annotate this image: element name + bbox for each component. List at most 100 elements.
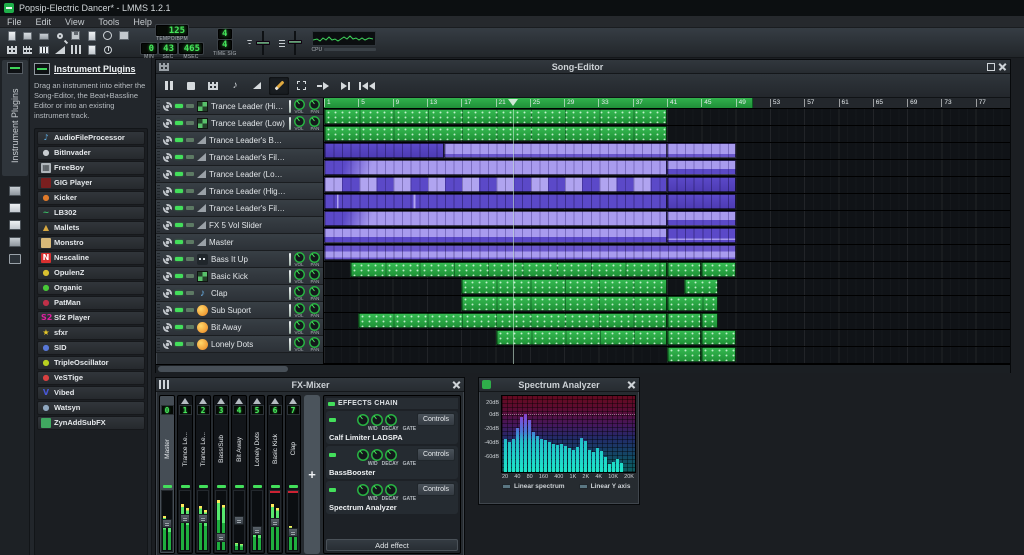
channel-fader[interactable]	[251, 490, 263, 552]
metronome-button[interactable]	[116, 29, 131, 42]
pan-knob[interactable]	[309, 252, 320, 263]
spectrum-checkbox[interactable]: Linear Y axis	[579, 483, 631, 490]
stop-button[interactable]	[181, 77, 201, 95]
plugin-item[interactable]: Monstro	[37, 236, 145, 250]
track-name[interactable]: Trance Leader's Band...	[209, 136, 286, 145]
effects-chain-led[interactable]	[328, 402, 335, 406]
track-settings-icon[interactable]	[163, 153, 172, 162]
checkbox-led[interactable]	[502, 484, 511, 489]
effect-slot[interactable]: Controls W/D DECAY GATE Calf Limiter LAD…	[326, 411, 458, 444]
pan-knob[interactable]	[309, 320, 320, 331]
track-grip[interactable]	[157, 304, 160, 317]
channel-fader[interactable]	[287, 490, 299, 552]
mixer-channel[interactable]: 3 Bass/Sub	[213, 395, 229, 554]
track-solo-led[interactable]	[186, 172, 194, 176]
track-row[interactable]: Trance Leader (Low)'s ... VOL PAN	[156, 166, 323, 183]
controls-button[interactable]: Controls	[417, 483, 455, 496]
track-name[interactable]: Trance Leader's Filter ...	[209, 153, 286, 162]
track-lane[interactable]	[324, 126, 1010, 143]
send-arrow-icon[interactable]	[235, 398, 243, 404]
pattern-segment[interactable]	[444, 143, 667, 158]
fader-handle[interactable]	[198, 514, 208, 523]
fader-handle[interactable]	[180, 514, 190, 523]
pattern-segment[interactable]	[667, 194, 736, 209]
track-settings-icon[interactable]	[163, 136, 172, 145]
pattern-segment[interactable]	[324, 126, 667, 141]
track-lane[interactable]	[324, 245, 1010, 262]
plugin-item[interactable]: ● TripleOscillator	[37, 356, 145, 370]
gate-knob[interactable]	[385, 484, 397, 496]
wet-dry-knob[interactable]	[357, 484, 369, 496]
forward-button[interactable]	[313, 77, 333, 95]
volume-knob[interactable]	[294, 99, 305, 110]
track-settings-icon[interactable]	[163, 306, 172, 315]
track-name[interactable]: Trance Leader (High)'s...	[209, 187, 286, 196]
pan-knob[interactable]	[309, 337, 320, 348]
master-pitch-slider[interactable]	[288, 31, 302, 55]
menu-item[interactable]: View	[58, 17, 91, 27]
pattern-segment[interactable]	[701, 313, 718, 328]
track-lane[interactable]	[324, 296, 1010, 313]
my-samples-icon[interactable]	[9, 203, 21, 213]
controls-button[interactable]: Controls	[417, 448, 455, 461]
fader-handle[interactable]	[288, 528, 298, 537]
track-lane[interactable]	[324, 194, 1010, 211]
track-mute-led[interactable]	[175, 104, 183, 108]
track-solo-led[interactable]	[186, 274, 194, 278]
decay-knob[interactable]	[371, 484, 383, 496]
mixer-channel[interactable]: 4 Bit Away	[231, 395, 247, 554]
channel-fader[interactable]	[233, 490, 245, 552]
track-row[interactable]: Trance Leader's Filter ... VOL PAN	[156, 149, 323, 166]
track-grip[interactable]	[157, 270, 160, 283]
volume-knob[interactable]	[294, 116, 305, 127]
track-lane[interactable]	[324, 160, 1010, 177]
track-lane[interactable]	[324, 279, 1010, 296]
pattern-segment[interactable]	[461, 296, 667, 311]
fader-handle[interactable]	[216, 533, 226, 542]
pattern-segment[interactable]	[324, 211, 667, 226]
plugin-item[interactable]: N Nescaline	[37, 251, 145, 265]
channel-fader[interactable]	[179, 490, 191, 552]
pattern-segment[interactable]	[684, 279, 718, 294]
track-lane[interactable]	[324, 262, 1010, 279]
track-row[interactable]: Trance Leader (Low) VOL PAN	[156, 115, 323, 132]
piano-roll-button[interactable]	[36, 43, 51, 56]
song-editor-titlebar[interactable]: Song-Editor	[156, 60, 1010, 74]
pattern-segment[interactable]	[324, 177, 667, 192]
track-settings-icon[interactable]	[163, 119, 172, 128]
my-home-icon[interactable]	[9, 237, 21, 247]
add-channel-button[interactable]: +	[304, 395, 320, 554]
channel-label[interactable]: Lonely Dots	[254, 415, 261, 483]
pattern-segment[interactable]	[667, 262, 701, 277]
automation-editor-button[interactable]	[52, 43, 67, 56]
track-lane[interactable]	[324, 211, 1010, 228]
track-solo-led[interactable]	[186, 189, 194, 193]
track-name[interactable]: Clap	[211, 289, 286, 298]
pattern-segment[interactable]	[667, 228, 736, 243]
track-grip[interactable]	[157, 321, 160, 334]
restore-button[interactable]	[986, 62, 995, 71]
track-mute-led[interactable]	[175, 189, 183, 193]
song-editor-button[interactable]	[4, 43, 19, 56]
plugin-item[interactable]: ~ LB302	[37, 206, 145, 220]
send-arrow-icon[interactable]	[289, 398, 297, 404]
open-recent-button[interactable]	[36, 29, 51, 42]
track-grip[interactable]	[157, 202, 160, 215]
track-solo-led[interactable]	[186, 121, 194, 125]
timesig-denominator-lcd[interactable]: 4	[218, 40, 232, 50]
channel-fader[interactable]	[197, 490, 209, 552]
track-mute-led[interactable]	[175, 240, 183, 244]
pattern-segment[interactable]	[667, 296, 718, 311]
track-name[interactable]: Lonely Dots	[211, 340, 286, 349]
pattern-segment[interactable]	[324, 245, 736, 260]
mixer-channel[interactable]: 6 Basic Kick	[267, 395, 283, 554]
effect-enable-led[interactable]	[329, 453, 336, 457]
track-grip[interactable]	[157, 219, 160, 232]
track-settings-icon[interactable]	[163, 102, 172, 111]
channel-fader[interactable]	[161, 490, 173, 552]
pattern-segment[interactable]	[667, 313, 701, 328]
track-mute-led[interactable]	[175, 291, 183, 295]
track-name[interactable]: Trance Leader (Low)	[211, 119, 286, 128]
track-row[interactable]: Trance Leader's Band... VOL PAN	[156, 132, 323, 149]
gate-knob[interactable]	[385, 449, 397, 461]
